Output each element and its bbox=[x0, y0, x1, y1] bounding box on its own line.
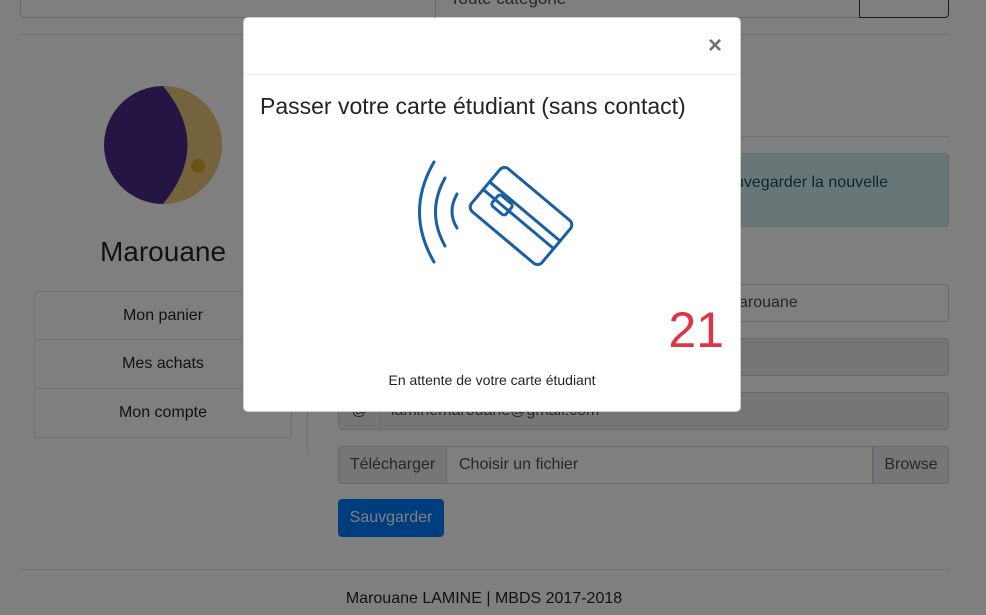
close-icon[interactable]: × bbox=[706, 34, 724, 58]
nfc-modal: × Passer votre carte étudiant (sans cont… bbox=[243, 17, 741, 412]
contactless-card-icon bbox=[409, 158, 579, 278]
modal-title: Passer votre carte étudiant (sans contac… bbox=[260, 93, 686, 119]
waiting-status: En attente de votre carte étudiant bbox=[388, 372, 596, 388]
countdown-timer: 21 bbox=[668, 302, 724, 358]
modal-header: × bbox=[244, 18, 740, 75]
